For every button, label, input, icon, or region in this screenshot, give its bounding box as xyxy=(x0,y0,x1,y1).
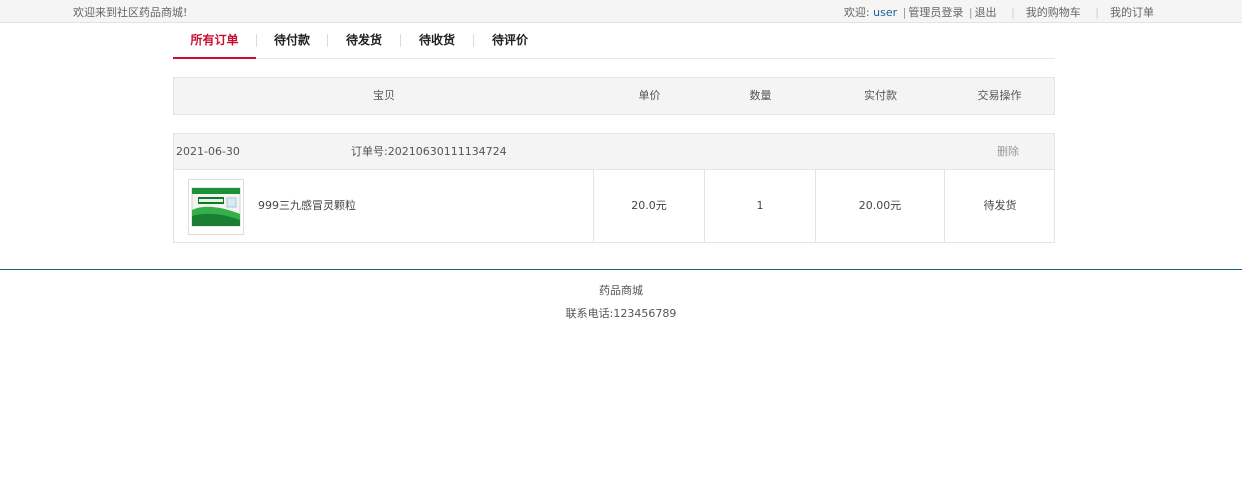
medicine-box-image xyxy=(191,187,241,227)
quantity-cell: 1 xyxy=(704,170,815,242)
admin-login-link[interactable]: 管理员登录 xyxy=(908,6,963,19)
order-card: 2021-06-30 订单号:20210630111134724 删除 999三… xyxy=(173,133,1055,243)
order-date: 2021-06-30 xyxy=(176,145,240,158)
welcome-text: 欢迎来到社区药品商城! xyxy=(73,6,188,19)
product-cell: 999三九感冒灵颗粒 xyxy=(174,170,593,242)
divider: | xyxy=(902,6,907,19)
header-actions: 交易操作 xyxy=(977,89,1022,102)
header-unit-price: 单价 xyxy=(638,89,661,102)
footer-phone: 联系电话:123456789 xyxy=(565,307,677,320)
paid-amount-cell: 20.00元 xyxy=(815,170,944,242)
unit-price-cell: 20.0元 xyxy=(593,170,704,242)
divider: | xyxy=(1011,6,1015,19)
divider: | xyxy=(1095,6,1099,19)
header-item: 宝贝 xyxy=(373,89,395,102)
top-bar-links: 欢迎: user | 管理员登录 | 退出 | 我的购物车 | 我的订单 xyxy=(844,4,1154,20)
logout-link[interactable]: 退出 xyxy=(975,6,997,19)
table-header: 宝贝 单价 数量 实付款 交易操作 xyxy=(173,77,1055,115)
product-name-link[interactable]: 999三九感冒灵颗粒 xyxy=(258,170,356,242)
cart-link[interactable]: 我的购物车 xyxy=(1026,6,1081,19)
tab-all-orders[interactable]: 所有订单 xyxy=(173,23,256,59)
table-row: 999三九感冒灵颗粒 20.0元 1 20.00元 待发货 xyxy=(174,170,1054,242)
tab-pending-payment[interactable]: 待付款 xyxy=(257,23,327,57)
order-status-cell: 待发货 xyxy=(944,170,1055,242)
footer-divider xyxy=(0,269,1242,270)
product-thumbnail[interactable] xyxy=(188,179,244,235)
order-number: 订单号:20210630111134724 xyxy=(351,145,507,158)
tab-pending-review[interactable]: 待评价 xyxy=(474,23,546,57)
order-tabs: 所有订单 待付款 待发货 待收货 待评价 xyxy=(173,23,1055,59)
header-paid: 实付款 xyxy=(864,89,897,102)
header-quantity: 数量 xyxy=(749,89,772,102)
tab-pending-receipt[interactable]: 待收货 xyxy=(401,23,473,57)
greeting-label: 欢迎: xyxy=(843,6,874,19)
username-link[interactable]: user xyxy=(873,6,897,19)
top-bar: 欢迎来到社区药品商城! 欢迎: user | 管理员登录 | 退出 | 我的购物车 |… xyxy=(0,0,1242,23)
delete-order-link[interactable]: 删除 xyxy=(997,134,1019,169)
divider: | xyxy=(968,6,973,19)
footer-site-name: 药品商城 xyxy=(599,284,643,297)
order-header: 2021-06-30 订单号:20210630111134724 删除 xyxy=(174,134,1054,170)
tab-pending-shipment[interactable]: 待发货 xyxy=(328,23,400,57)
my-orders-link[interactable]: 我的订单 xyxy=(1110,6,1154,19)
